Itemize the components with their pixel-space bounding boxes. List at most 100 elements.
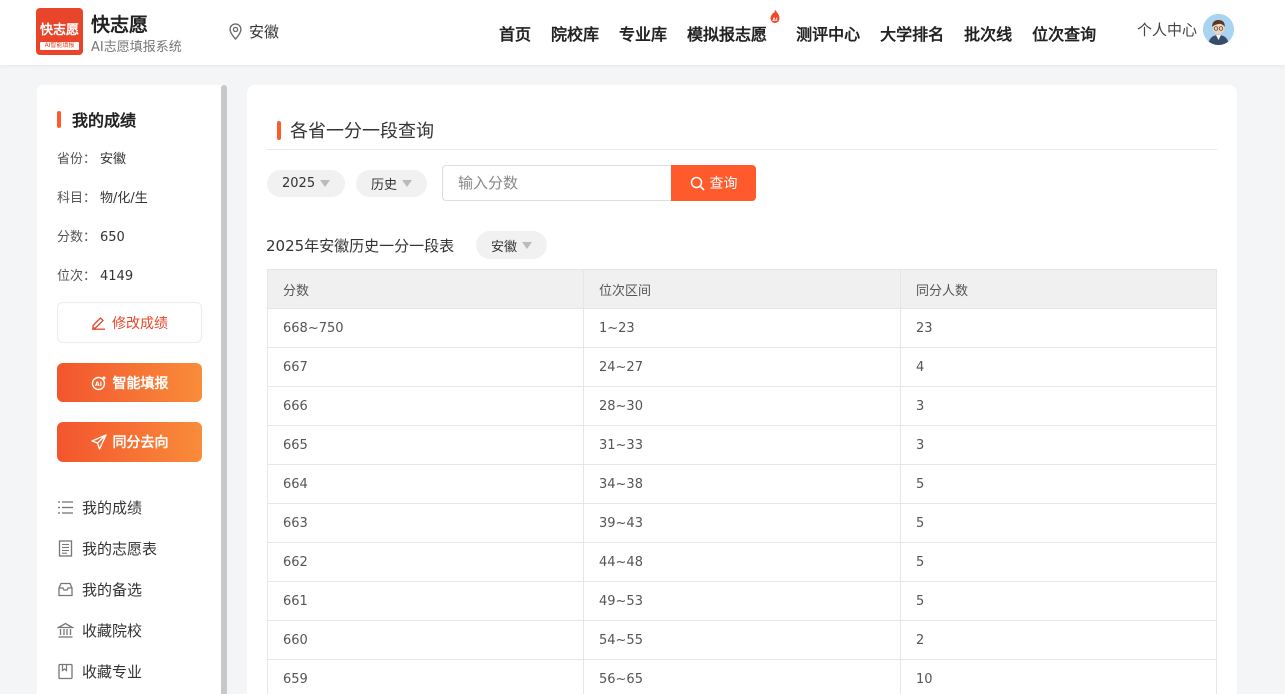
- sidebar-title: 我的成绩: [57, 107, 136, 131]
- field-subjects-value: 物/化/生: [100, 191, 148, 206]
- query-button-label: 查询: [709, 176, 738, 192]
- table-row: 661 49~53 5: [267, 581, 1217, 621]
- menu-saved-universities[interactable]: 收藏院校: [57, 620, 142, 641]
- cell-score: 667: [267, 347, 584, 387]
- table-header-row: 分数 位次区间 同分人数: [267, 269, 1217, 309]
- field-score-value: 650: [100, 230, 125, 245]
- edit-score-label: 修改成绩: [112, 315, 168, 332]
- svg-text:AI: AI: [95, 381, 102, 388]
- brand-name: 快志愿: [91, 14, 149, 36]
- search-icon: [690, 176, 705, 191]
- cell-rank-range: 49~53: [583, 581, 901, 621]
- cell-count: 10: [900, 659, 1217, 694]
- user-center-label: 个人中心: [1137, 21, 1198, 39]
- edit-score-button[interactable]: 修改成绩: [57, 302, 202, 343]
- table-row: 659 56~65 10: [267, 659, 1217, 694]
- query-button[interactable]: 查询: [671, 165, 756, 201]
- title-divider: [267, 149, 1217, 150]
- table-row: 664 34~38 5: [267, 464, 1217, 504]
- field-province-value: 安徽: [100, 152, 127, 167]
- score-sidebar: 我的成绩 省份： 安徽 科目： 物/化/生 分数： 650 位次： 4149 修改成绩 …: [37, 85, 227, 694]
- menu-saved-majors[interactable]: 收藏专业: [57, 661, 142, 682]
- menu-my-scores-label: 我的成绩: [82, 499, 143, 517]
- cell-rank-range: 39~43: [583, 503, 901, 543]
- menu-my-application-form[interactable]: 我的志愿表: [57, 538, 157, 559]
- smart-fill-button[interactable]: AI 智能填报: [57, 363, 202, 402]
- cell-score: 665: [267, 425, 584, 465]
- same-score-destination-button[interactable]: 同分去向: [57, 422, 202, 462]
- table-row: 660 54~55 2: [267, 620, 1217, 660]
- field-subjects: 科目： 物/化/生: [57, 187, 148, 206]
- cell-score: 666: [267, 386, 584, 426]
- cell-score: 663: [267, 503, 584, 543]
- smart-fill-label: 智能填报: [112, 375, 169, 392]
- menu-my-scores[interactable]: 我的成绩: [57, 497, 142, 518]
- col-same-score-count: 同分人数: [900, 269, 1217, 309]
- main-panel: 各省一分一段查询 2025 历史 查询 2025年安徽历史一分一段表 安徽 分数…: [247, 85, 1237, 694]
- table-row: 663 39~43 5: [267, 503, 1217, 543]
- field-rank: 位次： 4149: [57, 265, 133, 284]
- field-subjects-label: 科目：: [57, 191, 97, 206]
- menu-saved-majors-label: 收藏专业: [82, 663, 143, 681]
- cell-count: 5: [900, 464, 1217, 504]
- bookmark-book-icon: [58, 663, 73, 680]
- nav-major-library[interactable]: 专业库: [619, 21, 667, 45]
- cell-score: 661: [267, 581, 584, 621]
- paper-plane-icon: [90, 434, 107, 450]
- cell-count: 23: [900, 308, 1217, 348]
- cell-count: 5: [900, 503, 1217, 543]
- logo[interactable]: 快志愿 AI智能填报: [36, 8, 83, 55]
- table-row: 666 28~30 3: [267, 386, 1217, 426]
- location-selector[interactable]: 安徽: [228, 21, 279, 42]
- nav-batch-line[interactable]: 批次线: [964, 21, 1012, 45]
- year-select[interactable]: 2025: [267, 170, 346, 197]
- subject-select[interactable]: 历史: [356, 170, 428, 197]
- field-rank-value: 4149: [100, 269, 134, 284]
- main-nav: 首页 院校库 专业库 模拟报志愿 AI 测评中心 大学排名 批次线 位次查询: [499, 0, 1116, 65]
- cell-score: 668~750: [267, 308, 584, 348]
- nav-university-ranking[interactable]: 大学排名: [880, 21, 944, 45]
- location-label: 安徽: [249, 23, 280, 41]
- university-building-icon: [57, 622, 74, 638]
- avatar-face-icon: [1203, 14, 1235, 45]
- score-input[interactable]: [442, 165, 671, 201]
- field-score-label: 分数：: [57, 230, 97, 245]
- table-row: 668~750 1~23 23: [267, 308, 1217, 348]
- top-header: 快志愿 AI智能填报 快志愿 AI志愿填报系统 安徽 首页 院校库 专业库 模拟…: [0, 0, 1285, 65]
- score-rank-table: 分数 位次区间 同分人数 668~750 1~23 23 667 24~27 4 666…: [267, 269, 1217, 694]
- avatar[interactable]: [1203, 14, 1235, 45]
- ai-fire-icon: AI: [770, 9, 780, 23]
- sidebar-scrollbar[interactable]: [221, 85, 227, 694]
- cell-count: 3: [900, 425, 1217, 465]
- field-province: 省份： 安徽: [57, 148, 126, 167]
- document-icon: [58, 540, 73, 557]
- page-title: 各省一分一段查询: [277, 117, 434, 143]
- location-pin-icon: [229, 23, 242, 40]
- cell-score: 664: [267, 464, 584, 504]
- menu-my-application-form-label: 我的志愿表: [82, 540, 158, 558]
- menu-saved-universities-label: 收藏院校: [82, 622, 143, 640]
- user-center[interactable]: 个人中心: [1137, 14, 1235, 45]
- list-icon: [58, 501, 73, 514]
- table-row: 662 44~48 5: [267, 542, 1217, 582]
- nav-rank-query[interactable]: 位次查询: [1032, 21, 1096, 45]
- cell-score: 660: [267, 620, 584, 660]
- col-score: 分数: [267, 269, 584, 309]
- chevron-down-icon: [320, 180, 331, 187]
- cell-rank-range: 28~30: [583, 386, 901, 426]
- nav-home[interactable]: 首页: [499, 21, 531, 45]
- menu-my-alternatives[interactable]: 我的备选: [57, 579, 142, 600]
- col-rank-range: 位次区间: [583, 269, 901, 309]
- cell-count: 2: [900, 620, 1217, 660]
- field-province-label: 省份：: [57, 152, 97, 167]
- province-select[interactable]: 安徽: [476, 231, 548, 259]
- nav-university-library[interactable]: 院校库: [551, 21, 599, 45]
- nav-mock-application[interactable]: 模拟报志愿 AI: [687, 9, 780, 45]
- cell-rank-range: 24~27: [583, 347, 901, 387]
- same-score-label: 同分去向: [112, 435, 169, 451]
- pencil-icon: [92, 317, 105, 330]
- cell-rank-range: 34~38: [583, 464, 901, 504]
- nav-assessment-center[interactable]: 测评中心: [796, 21, 860, 45]
- inbox-icon: [58, 582, 73, 597]
- table-row: 667 24~27 4: [267, 347, 1217, 387]
